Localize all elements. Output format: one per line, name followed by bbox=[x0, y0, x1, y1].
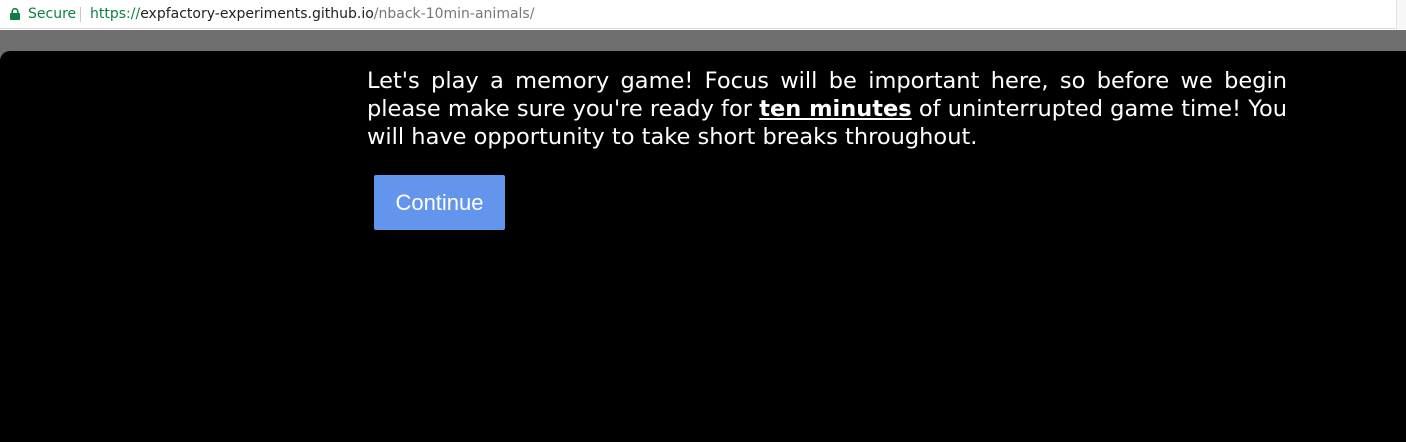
address-bar[interactable]: Secure https://expfactory-experiments.gi… bbox=[0, 0, 1406, 29]
url-text[interactable]: https://expfactory-experiments.github.io… bbox=[90, 5, 534, 23]
security-label[interactable]: Secure bbox=[28, 5, 76, 23]
lock-icon bbox=[10, 8, 20, 20]
address-bar-edge bbox=[1396, 0, 1406, 29]
url-path: /nback-10min-animals/ bbox=[373, 6, 535, 22]
continue-button[interactable]: Continue bbox=[374, 175, 505, 230]
url-scheme: https:// bbox=[90, 6, 141, 22]
url-host: expfactory-experiments.github.io bbox=[140, 6, 374, 22]
address-divider bbox=[80, 7, 81, 22]
instruction-emphasis: ten minutes bbox=[759, 96, 912, 122]
instruction-text: Let's play a memory game! Focus will be … bbox=[367, 67, 1287, 151]
